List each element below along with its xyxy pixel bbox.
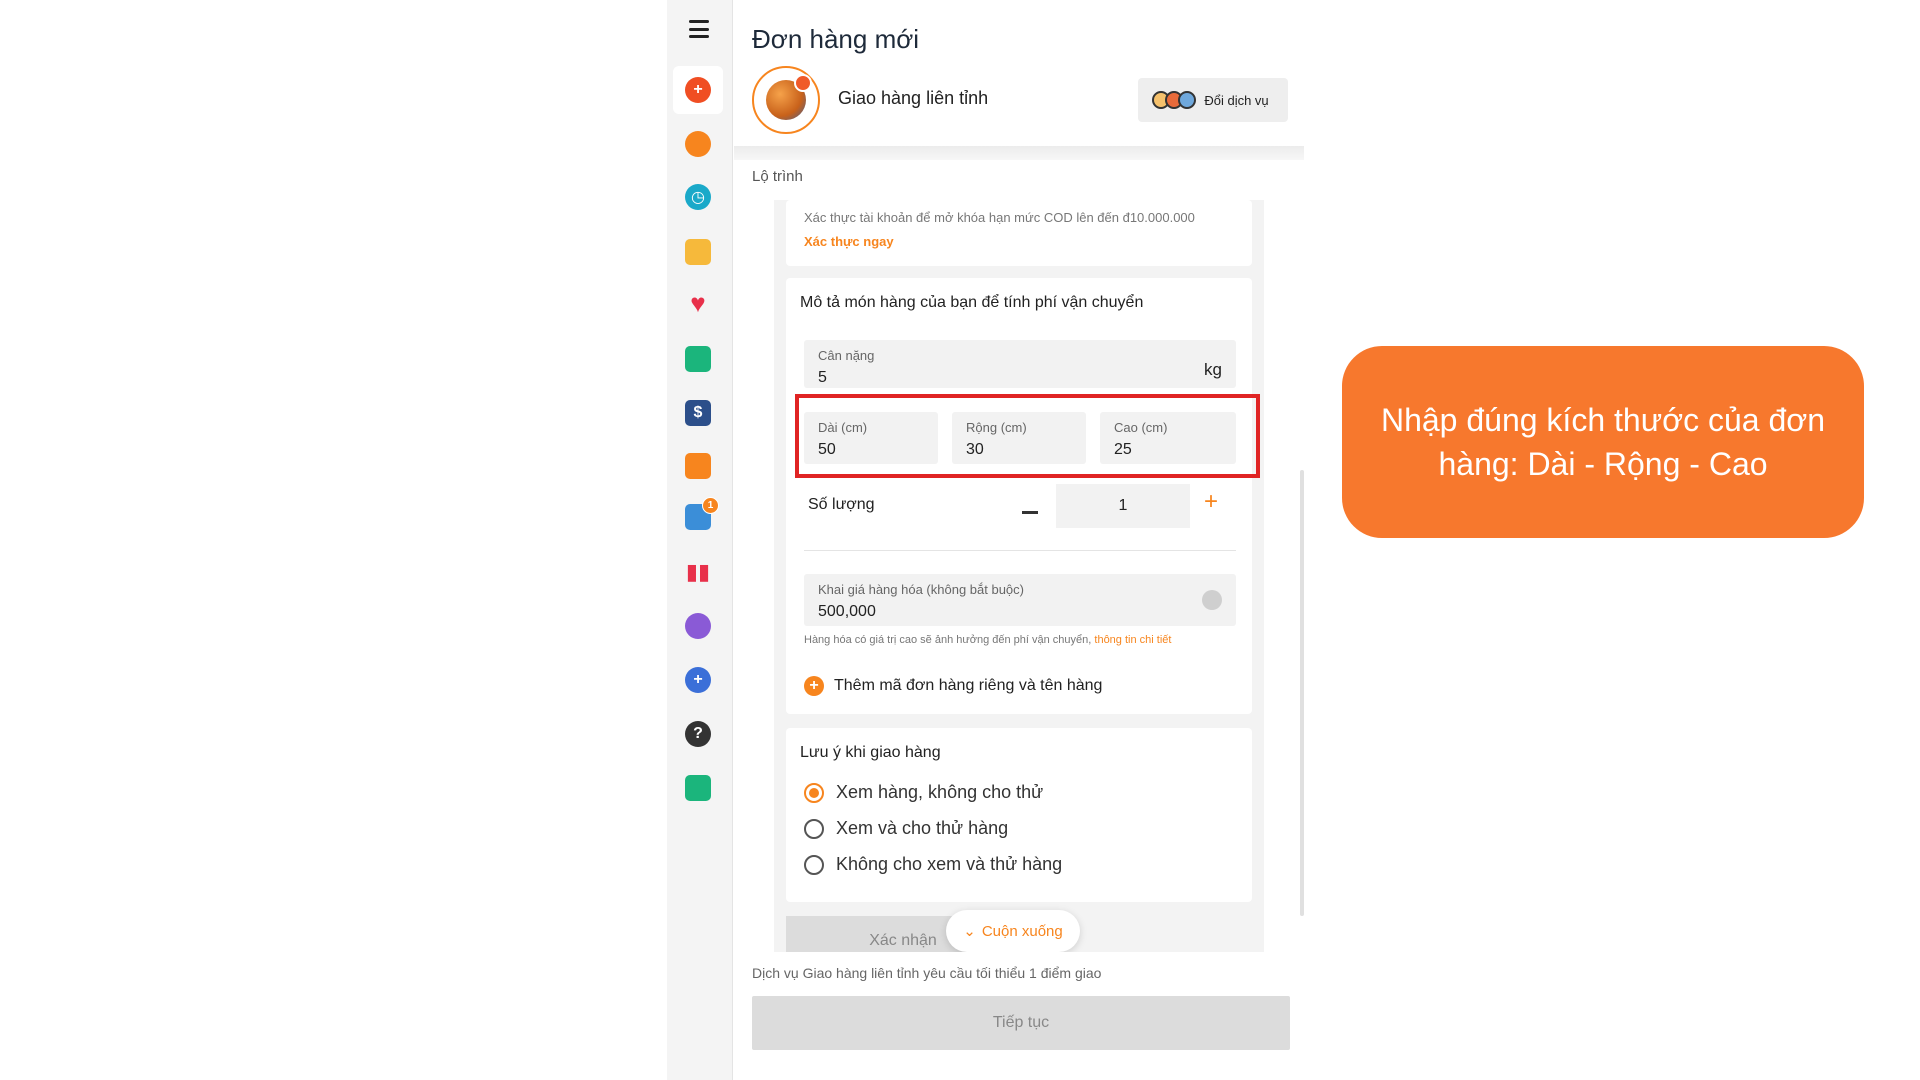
sidebar-item-team[interactable] [673, 602, 723, 650]
details-link[interactable]: thông tin chi tiết [1094, 634, 1171, 646]
sidebar-item-help[interactable]: ? [673, 710, 723, 758]
declared-value-label: Khai giá hàng hóa (không bắt buộc) [818, 582, 1024, 597]
notification-badge: 1 [702, 497, 719, 514]
sidebar-item-wallet[interactable] [673, 335, 723, 383]
sidebar-item-folder[interactable] [673, 228, 723, 276]
folder-icon [685, 239, 711, 265]
add-user-icon: + [685, 667, 711, 693]
sidebar-item-gift[interactable] [673, 764, 723, 812]
item-card-title: Mô tả món hàng của bạn để tính phí vận c… [800, 294, 1144, 311]
option-view-and-try[interactable]: Xem và cho thử hàng [804, 818, 1008, 839]
radio-unselected [804, 818, 824, 839]
service-requirement-note: Dịch vụ Giao hàng liên tỉnh yêu cầu tối … [752, 965, 1102, 981]
verify-now-link[interactable]: Xác thực ngay [804, 234, 894, 249]
sidebar-item-delivery[interactable] [673, 120, 723, 168]
page-title: Đơn hàng mới [752, 24, 920, 54]
service-logo [752, 66, 820, 134]
weight-value: 5 [818, 369, 827, 386]
declared-value: 500,000 [818, 603, 876, 620]
sidebar-item-reports[interactable]: 1 [673, 493, 723, 541]
option-label: Xem hàng, không cho thử [836, 782, 1044, 802]
option-label: Xem và cho thử hàng [836, 818, 1009, 838]
service-name: Giao hàng liên tỉnh [838, 88, 989, 108]
option-view-no-try[interactable]: Xem hàng, không cho thử [804, 782, 1043, 803]
clock-icon: ◷ [685, 184, 711, 210]
declared-value-field[interactable]: Khai giá hàng hóa (không bắt buộc) 500,0… [804, 574, 1236, 626]
sidebar-item-stats[interactable]: ▮▮ [673, 548, 723, 596]
option-no-view-no-try[interactable]: Không cho xem và thử hàng [804, 854, 1062, 875]
plus-circle-icon: + [804, 676, 824, 696]
weight-field[interactable]: Cân nặng 5 kg [804, 340, 1236, 388]
declared-value-note-row: Hàng hóa có giá trị cao sẽ ảnh hưởng đến… [804, 634, 1171, 646]
divider [804, 550, 1236, 551]
sidebar-item-history[interactable]: ◷ [673, 173, 723, 221]
add-order-icon: + [685, 77, 711, 103]
sidebar-item-rewards[interactable] [673, 442, 723, 490]
radio-unselected [804, 854, 824, 875]
continue-button[interactable]: Tiếp tục [752, 996, 1290, 1050]
option-label: Không cho xem và thử hàng [836, 854, 1063, 874]
weight-label: Cân nặng [818, 348, 875, 363]
delivery-notes-card: Lưu ý khi giao hàng Xem hàng, không cho … [786, 728, 1252, 902]
heart-icon: ♥ [690, 287, 706, 318]
minus-icon [1022, 510, 1038, 514]
scrollbar[interactable] [1300, 470, 1304, 916]
globe-icon [766, 74, 812, 120]
chart-icon: ▮▮ [685, 559, 711, 584]
add-custom-code-label: Thêm mã đơn hàng riêng và tên hàng [834, 677, 1103, 694]
sidebar-item-new-order[interactable]: + [673, 66, 723, 114]
scroll-down-label: Cuộn xuống [981, 922, 1063, 940]
report-icon: 1 [685, 497, 719, 530]
sidebar-item-cod[interactable]: $ [673, 389, 723, 437]
item-description-card: Mô tả món hàng của bạn để tính phí vận c… [786, 278, 1252, 714]
gift-icon [685, 453, 711, 479]
switch-service-button[interactable]: Đổi dịch vụ [1138, 78, 1288, 122]
declared-value-note: Hàng hóa có giá trị cao sẽ ảnh hưởng đến… [804, 634, 1092, 646]
chevron-double-down-icon: ⌄ [963, 923, 976, 940]
order-panel: Đơn hàng mới Giao hàng liên tỉnh Đổi dịc… [734, 0, 1304, 1080]
team-icon [685, 613, 711, 639]
route-label: Lộ trình [752, 168, 803, 185]
sidebar: + ◷ ♥ $ 1 ▮▮ + ? [667, 0, 733, 1080]
screen: + ◷ ♥ $ 1 ▮▮ + ? Đơn hàng mới Giao hàng … [0, 0, 1920, 1080]
decrease-quantity-button[interactable] [1020, 502, 1040, 522]
gift-box-icon [685, 775, 711, 801]
increase-quantity-button[interactable]: + [1204, 488, 1218, 516]
services-icon [1152, 91, 1197, 109]
sidebar-item-invite[interactable]: + [673, 656, 723, 704]
money-box-icon: $ [685, 400, 711, 426]
sidebar-item-favorites[interactable]: ♥ [673, 279, 723, 327]
quantity-input[interactable]: 1 [1056, 484, 1190, 528]
header-divider [734, 146, 1304, 160]
menu-icon[interactable] [689, 20, 709, 38]
scroll-down-button[interactable]: ⌄ Cuộn xuống [946, 910, 1080, 952]
weight-unit: kg [1204, 360, 1222, 379]
radio-selected [804, 782, 824, 803]
quantity-label: Số lượng [808, 496, 875, 513]
verification-card: Xác thực tài khoản để mở khóa hạn mức CO… [786, 200, 1252, 266]
coin-icon [1202, 590, 1222, 610]
wallet-icon [685, 346, 711, 372]
add-custom-code-button[interactable]: + Thêm mã đơn hàng riêng và tên hàng [804, 676, 1102, 696]
route-scroll-area[interactable]: Xác thực tài khoản để mở khóa hạn mức CO… [774, 200, 1264, 952]
help-icon: ? [685, 721, 711, 747]
switch-service-label: Đổi dịch vụ [1204, 92, 1269, 108]
verification-text: Xác thực tài khoản để mở khóa hạn mức CO… [804, 210, 1195, 225]
delivery-notes-title: Lưu ý khi giao hàng [800, 744, 941, 761]
instruction-callout: Nhập đúng kích thước của đơn hàng: Dài -… [1342, 346, 1864, 538]
dimensions-highlight-box [795, 394, 1260, 478]
delivery-icon [685, 131, 711, 157]
